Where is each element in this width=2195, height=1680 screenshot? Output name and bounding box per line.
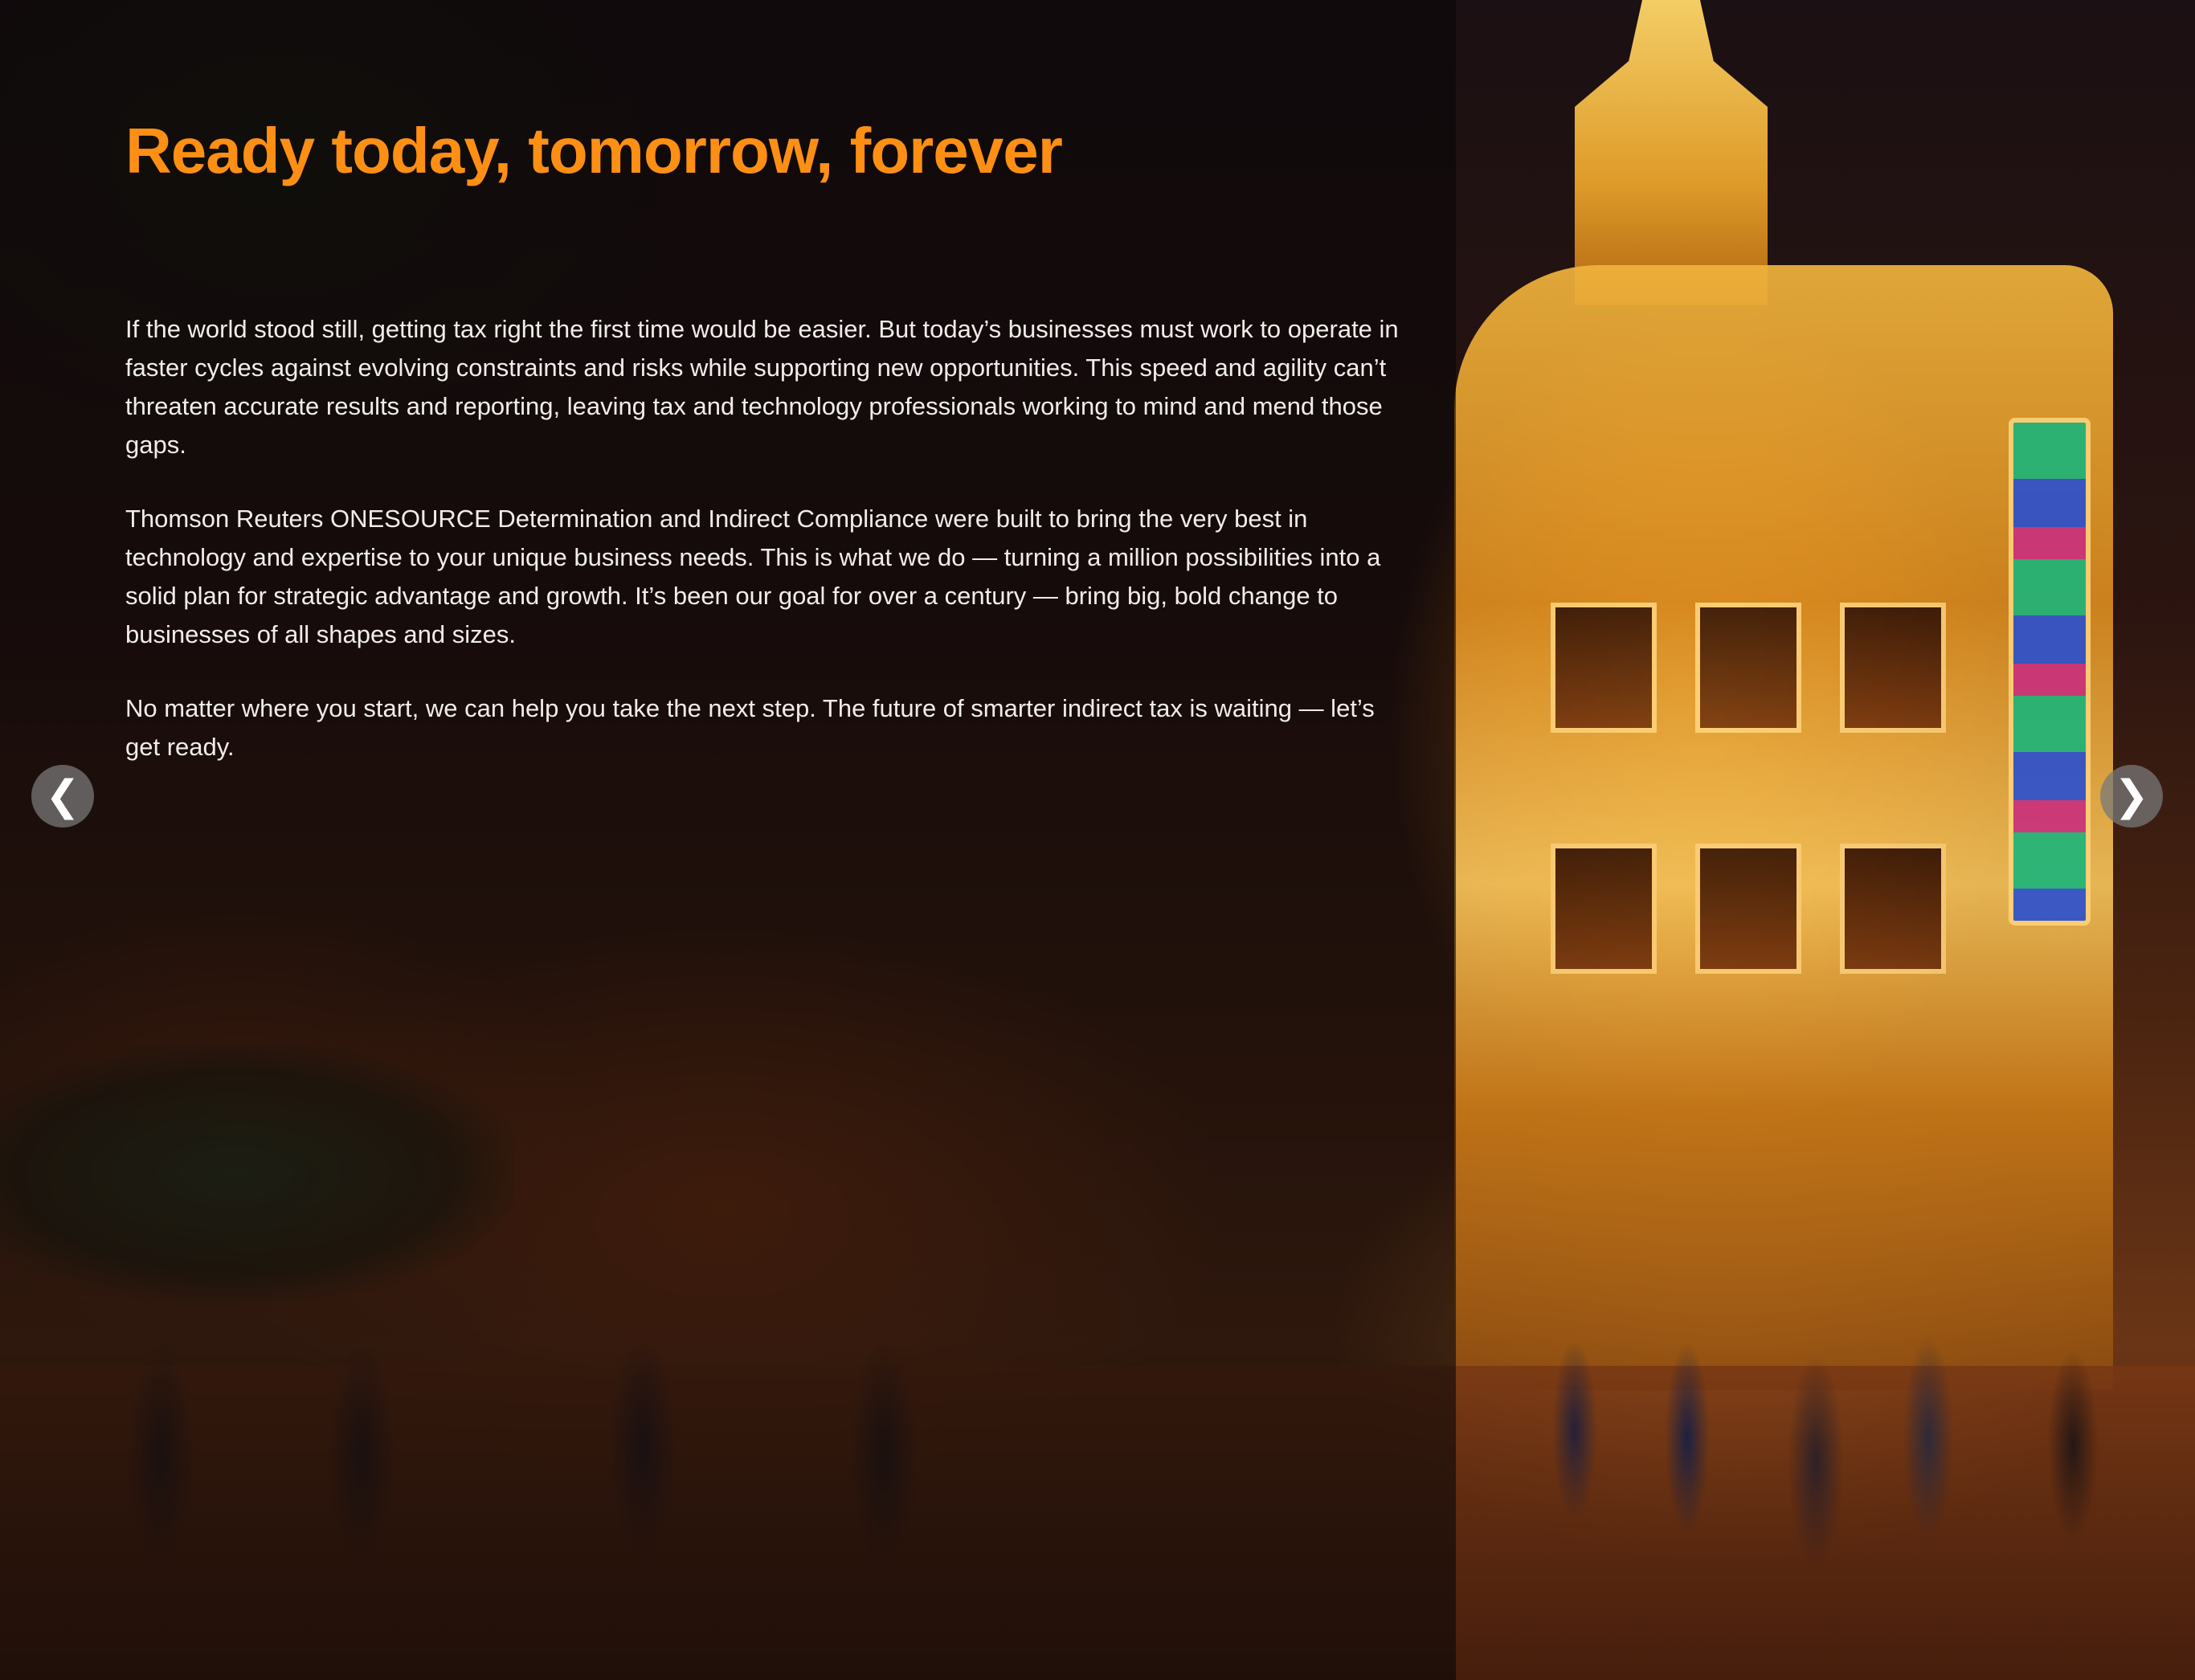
previous-page-button[interactable]: ❮ bbox=[31, 765, 94, 828]
page-title: Ready today, tomorrow, forever bbox=[125, 115, 1063, 186]
chevron-right-icon: ❯ bbox=[2114, 772, 2149, 820]
body-paragraph: If the world stood still, getting tax ri… bbox=[125, 315, 1399, 459]
building-window bbox=[1695, 603, 1801, 733]
next-page-button[interactable]: ❯ bbox=[2100, 765, 2163, 828]
building-window bbox=[1551, 844, 1657, 974]
neon-sign bbox=[2009, 418, 2091, 926]
building-window bbox=[1695, 844, 1801, 974]
body-paragraph: No matter where you start, we can help y… bbox=[125, 694, 1375, 761]
building-tower bbox=[1575, 0, 1768, 305]
building-window bbox=[1551, 603, 1657, 733]
body-paragraph: Thomson Reuters ONESOURCE Determination … bbox=[125, 505, 1381, 648]
chevron-left-icon: ❮ bbox=[45, 772, 80, 820]
building-window bbox=[1840, 603, 1946, 733]
content-panel: Ready today, tomorrow, forever If the wo… bbox=[125, 112, 1411, 802]
building-window bbox=[1840, 844, 1946, 974]
